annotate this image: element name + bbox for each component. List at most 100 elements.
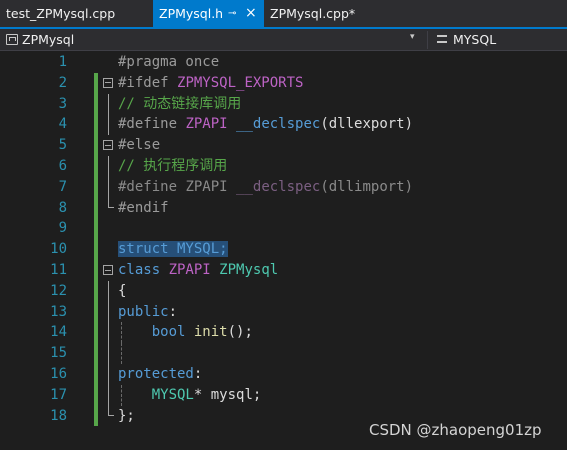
line-number: 14 — [50, 324, 67, 341]
code-line[interactable]: 12 { — [0, 280, 567, 302]
code-token: ZPMysql — [219, 262, 279, 278]
close-icon[interactable]: × — [245, 0, 257, 27]
code-token: // 动态链接库调用 — [118, 95, 242, 112]
code-token: : — [168, 303, 178, 320]
collapse-icon[interactable] — [103, 77, 113, 88]
change-indicator — [94, 405, 98, 427]
tab-zpmysql-h[interactable]: ZPMysql.h ⊸ × — [153, 0, 264, 27]
code-token: (dllimport) — [320, 178, 414, 195]
outline-guide — [108, 343, 109, 364]
code-text: public: — [118, 302, 177, 323]
change-indicator — [94, 93, 98, 115]
line-number: 1 — [58, 54, 67, 70]
code-line[interactable]: 15 — [0, 343, 567, 364]
outline-guide — [108, 280, 109, 302]
line-number: 8 — [58, 199, 67, 216]
code-token: #define — [118, 178, 186, 195]
code-line[interactable]: 7 #define ZPAPI __declspec(dllimport) — [0, 176, 567, 198]
code-token: (dllexport) — [320, 116, 414, 133]
line-number: 3 — [58, 95, 67, 112]
code-line[interactable]: 10 struct MYSQL; — [0, 239, 567, 260]
tab-label: ZPMysql.cpp* — [270, 6, 356, 21]
change-indicator — [94, 197, 98, 219]
struct-icon — [437, 35, 447, 43]
code-line[interactable]: 8 #endif — [0, 197, 567, 219]
code-text: MYSQL* mysql; — [118, 385, 262, 406]
outline-guide — [108, 93, 109, 115]
code-token: protected — [118, 366, 194, 382]
pin-icon[interactable]: ⊸ — [228, 0, 236, 27]
code-line[interactable]: 1 #pragma once — [0, 52, 567, 73]
line-number: 10 — [50, 241, 67, 258]
scope-label: ZPMysql — [22, 32, 75, 47]
line-number: 12 — [50, 282, 67, 299]
member-dropdown[interactable]: MYSQL — [437, 31, 496, 49]
code-token: public — [118, 303, 169, 320]
change-indicator — [94, 135, 98, 156]
outline-guide — [108, 322, 109, 344]
line-number: 4 — [58, 116, 67, 133]
code-token: : — [193, 366, 203, 382]
code-text: #pragma once — [118, 52, 219, 73]
collapse-icon[interactable] — [103, 265, 113, 275]
line-number: 13 — [50, 303, 67, 320]
code-line[interactable]: 13 public: — [0, 301, 567, 323]
code-line[interactable]: 2 #ifdef ZPMYSQL_EXPORTS — [0, 72, 567, 94]
code-token: (); — [227, 324, 253, 341]
code-token: bool — [151, 324, 186, 341]
line-number: 17 — [50, 386, 67, 403]
outline-guide — [108, 364, 109, 385]
watermark: CSDN @zhaopeng01zp — [369, 421, 542, 439]
outline-guide — [108, 156, 109, 177]
document-tab-strip: test_ZPMysql.cpp ZPMysql.h ⊸ × ZPMysql.c… — [0, 0, 567, 29]
code-token: MYSQL — [151, 386, 194, 403]
change-indicator — [94, 384, 98, 406]
code-line[interactable]: 5 #else — [0, 135, 567, 156]
change-indicator — [94, 343, 98, 364]
outline-guide — [108, 301, 109, 323]
collapse-icon[interactable] — [103, 140, 113, 151]
chevron-down-icon[interactable]: ▾ — [410, 32, 415, 42]
code-line[interactable]: 11 class ZPAPI ZPMysql — [0, 260, 567, 281]
code-token: }; — [118, 407, 135, 424]
line-number: 5 — [58, 137, 67, 154]
code-text: #else — [118, 135, 160, 156]
line-number: 11 — [50, 262, 67, 278]
code-line[interactable]: 9 — [0, 218, 567, 240]
scope-dropdown[interactable]: ZPMysql — [6, 31, 74, 49]
change-indicator — [94, 176, 98, 198]
code-token: __declspec — [236, 178, 321, 195]
divider — [427, 31, 428, 49]
line-number: 18 — [50, 407, 67, 424]
outline-guide — [108, 114, 109, 136]
code-line[interactable]: 17 MYSQL* mysql; — [0, 384, 567, 406]
code-token: { — [118, 282, 127, 299]
code-line[interactable]: 14 bool init(); — [0, 322, 567, 344]
code-text: #ifdef ZPMYSQL_EXPORTS — [118, 73, 303, 94]
code-text: bool init(); — [118, 322, 253, 343]
code-token: ZPAPI — [185, 116, 228, 133]
code-text: // 动态链接库调用 — [118, 94, 241, 115]
change-indicator — [94, 218, 98, 240]
line-number: 15 — [50, 345, 67, 362]
line-number: 16 — [50, 366, 67, 382]
code-text: { — [118, 281, 126, 302]
line-number: 9 — [58, 220, 67, 237]
selected-token: struct MYSQL; — [118, 241, 228, 258]
tab-test-zpmysql-cpp[interactable]: test_ZPMysql.cpp — [0, 0, 150, 27]
code-line[interactable]: 3 // 动态链接库调用 — [0, 93, 567, 115]
change-indicator — [94, 239, 98, 260]
tab-zpmysql-cpp[interactable]: ZPMysql.cpp* — [264, 0, 355, 27]
outline-end — [108, 405, 114, 416]
code-line[interactable]: 16 protected: — [0, 364, 567, 385]
code-line[interactable]: 4 #define ZPAPI __declspec(dllexport) — [0, 114, 567, 136]
code-token: #endif — [118, 199, 169, 216]
code-line[interactable]: 6 // 执行程序调用 — [0, 156, 567, 177]
tab-label: test_ZPMysql.cpp — [6, 6, 116, 21]
code-editor[interactable]: 1 #pragma once 2 #ifdef ZPMYSQL_EXPORTS 3 // … — [0, 51, 567, 450]
code-text: protected: — [118, 364, 202, 385]
line-number: 7 — [58, 178, 67, 195]
change-indicator — [94, 114, 98, 136]
